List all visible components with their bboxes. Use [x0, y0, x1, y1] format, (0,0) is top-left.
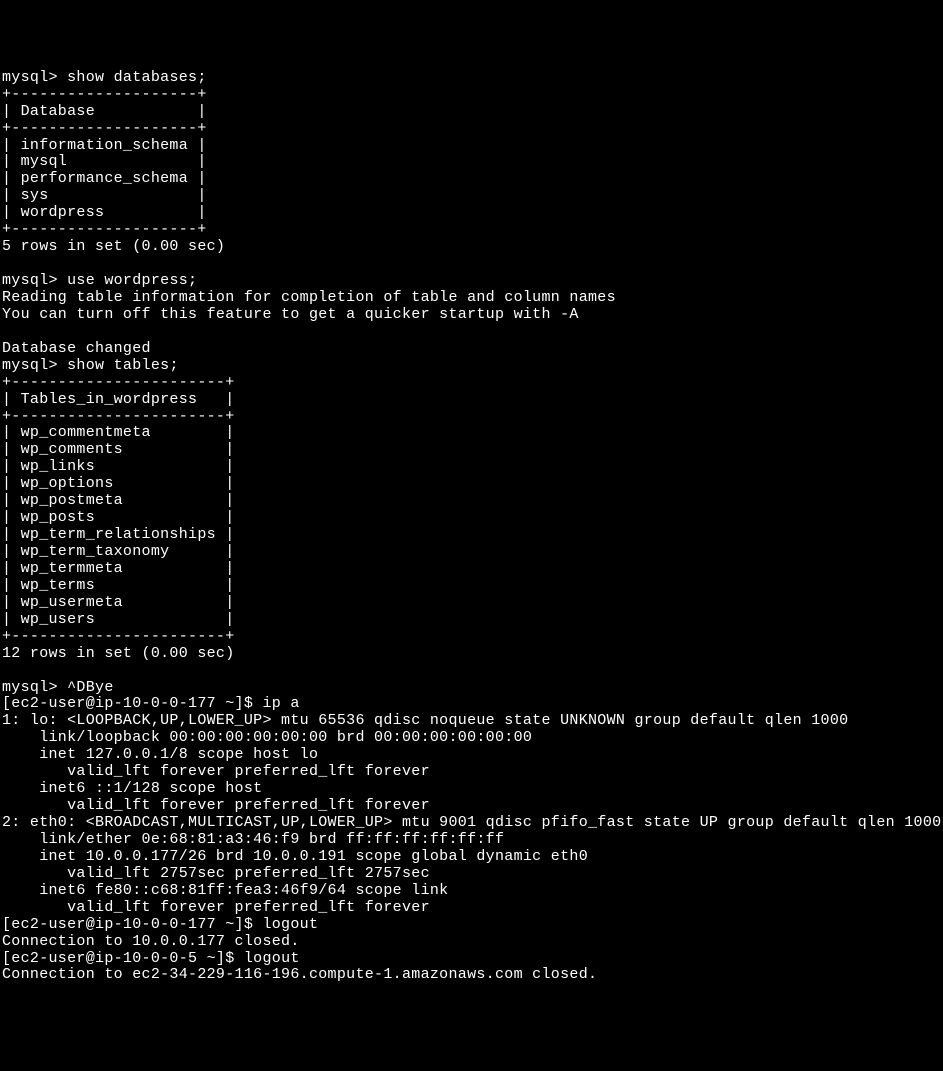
mysql-prompt: mysql> [2, 272, 58, 289]
table-row: | wp_usermeta | [2, 594, 235, 611]
shell-prompt: [ec2-user@ip-10-0-0-177 ~]$ [2, 916, 253, 933]
shell-cmd-logout: logout [262, 916, 318, 933]
mysql-cmd-show-databases: show databases; [67, 69, 207, 86]
ip-output-line: link/loopback 00:00:00:00:00:00 brd 00:0… [2, 729, 532, 746]
table-row: | wp_posts | [2, 509, 235, 526]
ip-output-line: valid_lft forever preferred_lft forever [2, 899, 430, 916]
db-row: | wordpress | [2, 204, 207, 221]
table-border: +--------------------+ [2, 120, 207, 137]
table-row: | wp_terms | [2, 577, 235, 594]
table-header: | Database | [2, 103, 207, 120]
shell-cmd-logout: logout [244, 950, 300, 967]
status-msg: Reading table information for completion… [2, 289, 616, 306]
mysql-prompt: mysql> [2, 69, 58, 86]
status-msg: Connection to 10.0.0.177 closed. [2, 933, 300, 950]
db-row: | information_schema | [2, 137, 207, 154]
table-row: | wp_options | [2, 475, 235, 492]
table-header: | Tables_in_wordpress | [2, 391, 235, 408]
ip-output-line: inet 127.0.0.1/8 scope host lo [2, 746, 318, 763]
ip-output-line: link/ether 0e:68:81:a3:46:f9 brd ff:ff:f… [2, 831, 504, 848]
table-border: +-----------------------+ [2, 374, 235, 391]
db-row: | sys | [2, 187, 207, 204]
table-row: | wp_term_relationships | [2, 526, 235, 543]
mysql-prompt: mysql> [2, 679, 58, 696]
db-row: | mysql | [2, 153, 207, 170]
table-row: | wp_termmeta | [2, 560, 235, 577]
result-footer: 5 rows in set (0.00 sec) [2, 238, 225, 255]
shell-prompt: [ec2-user@ip-10-0-0-177 ~]$ [2, 695, 253, 712]
mysql-cmd-use-wordpress: use wordpress; [67, 272, 197, 289]
ip-output-line: valid_lft forever preferred_lft forever [2, 763, 430, 780]
ip-output-line: inet 10.0.0.177/26 brd 10.0.0.191 scope … [2, 848, 588, 865]
table-row: | wp_comments | [2, 441, 235, 458]
mysql-prompt: mysql> [2, 357, 58, 374]
mysql-cmd-show-tables: show tables; [67, 357, 179, 374]
status-msg: Database changed [2, 340, 151, 357]
table-row: | wp_commentmeta | [2, 424, 235, 441]
ip-output-line: inet6 ::1/128 scope host [2, 780, 262, 797]
status-msg: Connection to ec2-34-229-116-196.compute… [2, 966, 597, 983]
terminal-output[interactable]: mysql> show databases; +----------------… [2, 70, 941, 985]
ip-output-line: 2: eth0: <BROADCAST,MULTICAST,UP,LOWER_U… [2, 814, 941, 831]
status-msg: You can turn off this feature to get a q… [2, 306, 579, 323]
table-row: | wp_term_taxonomy | [2, 543, 235, 560]
table-row: | wp_postmeta | [2, 492, 235, 509]
table-border: +--------------------+ [2, 86, 207, 103]
db-row: | performance_schema | [2, 170, 207, 187]
result-footer: 12 rows in set (0.00 sec) [2, 645, 235, 662]
shell-cmd-ip-a: ip a [262, 695, 299, 712]
shell-prompt: [ec2-user@ip-10-0-0-5 ~]$ [2, 950, 235, 967]
table-row: | wp_links | [2, 458, 235, 475]
ip-output-line: valid_lft 2757sec preferred_lft 2757sec [2, 865, 430, 882]
table-border: +--------------------+ [2, 221, 207, 238]
ip-output-line: 1: lo: <LOOPBACK,UP,LOWER_UP> mtu 65536 … [2, 712, 848, 729]
ip-output-line: valid_lft forever preferred_lft forever [2, 797, 430, 814]
table-row: | wp_users | [2, 611, 235, 628]
table-border: +-----------------------+ [2, 628, 235, 645]
ip-output-line: inet6 fe80::c68:81ff:fea3:46f9/64 scope … [2, 882, 448, 899]
table-border: +-----------------------+ [2, 408, 235, 425]
mysql-exit: ^DBye [67, 679, 114, 696]
